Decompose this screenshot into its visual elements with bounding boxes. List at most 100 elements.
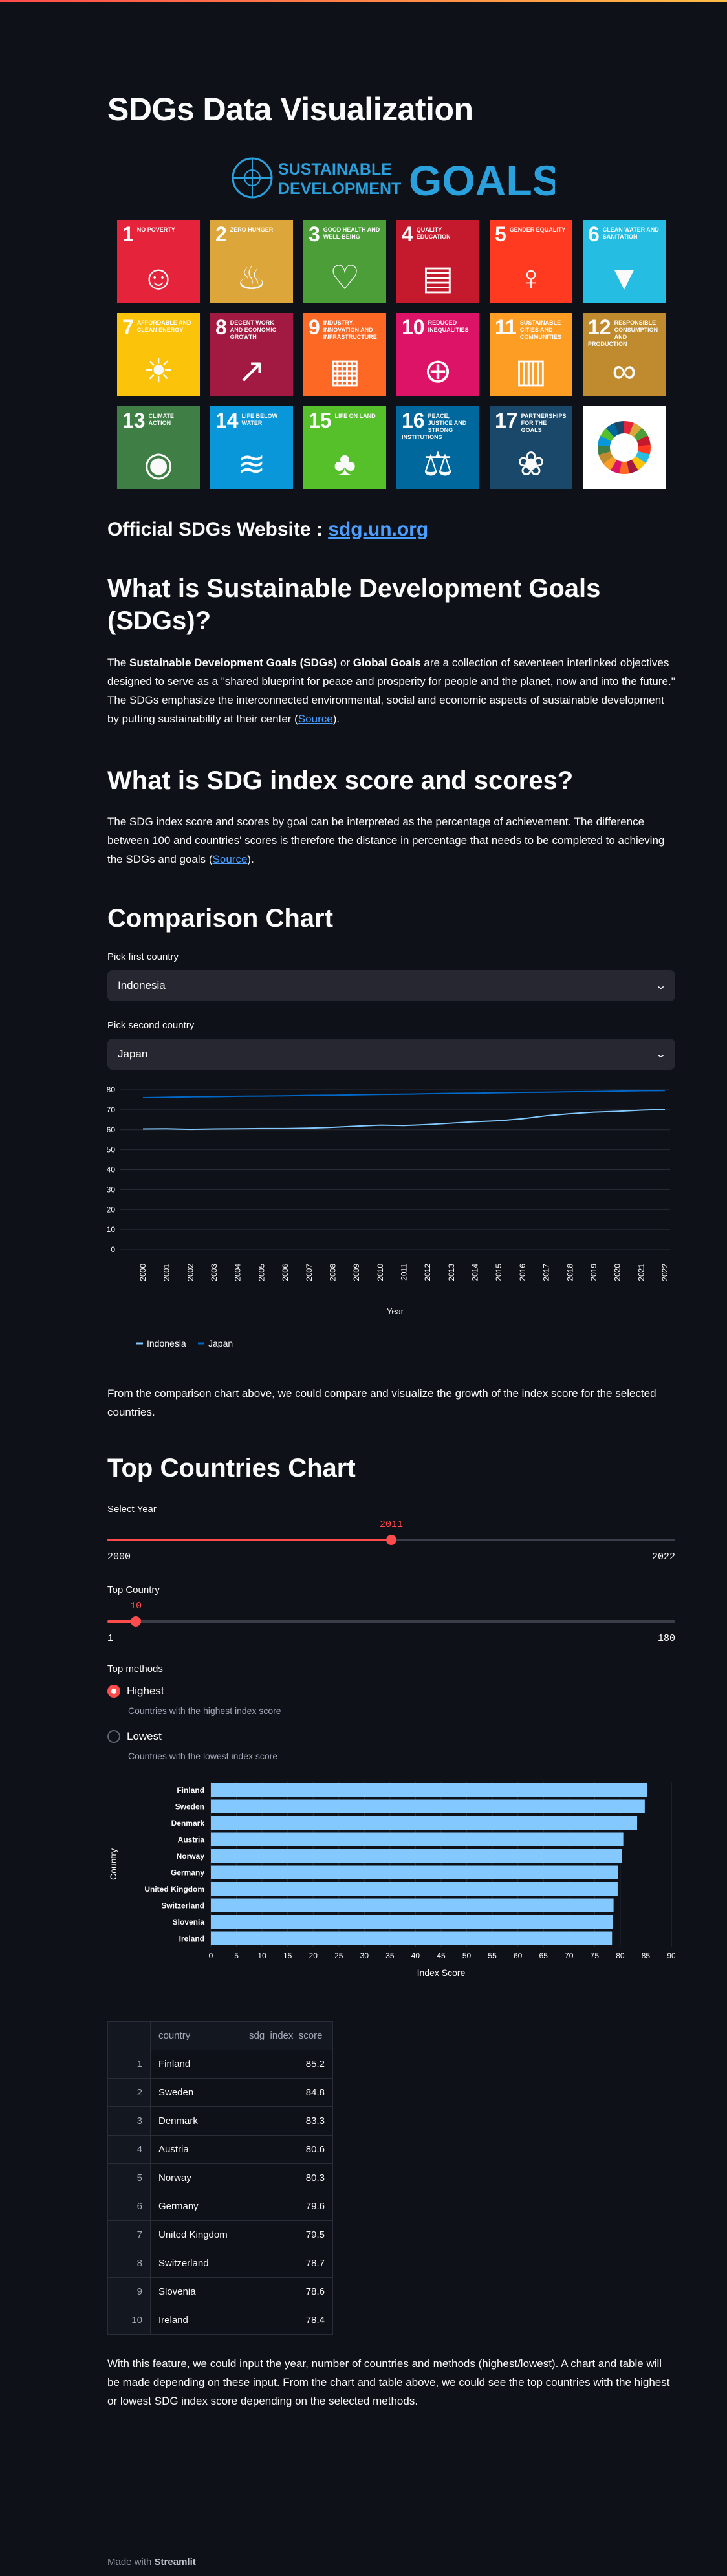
x-tick-label: 2022 bbox=[660, 1264, 669, 1281]
sdg-goal-7-icon: ☀ bbox=[143, 352, 174, 390]
bar-sweden[interactable] bbox=[211, 1799, 645, 1814]
first-country-select[interactable]: Indonesia ⌄ bbox=[107, 970, 675, 1001]
what-is-sdg-heading: What is Sustainable Development Goals (S… bbox=[107, 574, 601, 635]
radio-unselected-icon[interactable] bbox=[107, 1730, 120, 1743]
sdg-goal-10-icon: ⊕ bbox=[424, 352, 452, 390]
table-header-cell[interactable] bbox=[107, 2021, 151, 2050]
streamlit-link[interactable]: Streamlit bbox=[155, 2557, 196, 2568]
bar-slovenia[interactable] bbox=[211, 1915, 613, 1929]
bar-denmark[interactable] bbox=[211, 1816, 637, 1830]
top-country-slider-thumb[interactable] bbox=[131, 1616, 142, 1627]
sdg-goal-14-icon: ≋ bbox=[237, 446, 266, 483]
footer-text: Made with bbox=[107, 2557, 155, 2568]
top-countries-description: With this feature, we could input the ye… bbox=[107, 2357, 670, 2407]
y-tick-label: Slovenia bbox=[173, 1918, 205, 1927]
top-methods-label: Top methods bbox=[107, 1663, 163, 1674]
y-tick-label: 10 bbox=[107, 1225, 115, 1234]
sdg-tile-4: 4 Quality education ▤ bbox=[396, 220, 479, 303]
bar-switzerland[interactable] bbox=[211, 1898, 614, 1913]
y-tick-label: Ireland bbox=[179, 1934, 204, 1943]
official-website-link[interactable]: sdg.un.org bbox=[328, 519, 428, 540]
footer: Made with Streamlit bbox=[107, 2557, 196, 2568]
global-goals-bold-term: Global Goals bbox=[353, 656, 421, 669]
sdg-tile-10: 10 Reduced inequalities ⊕ bbox=[396, 313, 479, 396]
sdg-tile-17: 17 Partnerships for the goals ❀ bbox=[490, 406, 572, 489]
bar-united-kingdom[interactable] bbox=[211, 1882, 618, 1896]
sdg-tile-number: 12 bbox=[588, 316, 611, 339]
series-line-japan[interactable] bbox=[142, 1090, 666, 1099]
second-country-select[interactable]: Japan ⌄ bbox=[107, 1039, 675, 1070]
row-index: 6 bbox=[107, 2192, 151, 2221]
chevron-down-icon: ⌄ bbox=[654, 1049, 667, 1060]
sdg-tile-number: 16 bbox=[402, 409, 425, 432]
x-tick-label: 2003 bbox=[210, 1264, 219, 1281]
x-tick-label: 70 bbox=[565, 1951, 574, 1960]
sdg-tile-number: 9 bbox=[309, 316, 320, 339]
sdg-tile-15: 15 Life on land ♣ bbox=[303, 406, 386, 489]
top-countries-heading: Top Countries Chart bbox=[107, 1454, 356, 1482]
x-tick-label: 40 bbox=[411, 1951, 420, 1960]
sdg-tile-7: 7 Affordable and clean energy ☀ bbox=[117, 313, 200, 396]
radio-lowest[interactable]: Lowest bbox=[107, 1730, 162, 1743]
row-index: 10 bbox=[107, 2306, 151, 2335]
sdg-tile-6: 6 Clean water and sanitation ▼ bbox=[583, 220, 666, 303]
page-title: SDGs Data Visualization bbox=[107, 91, 473, 127]
x-tick-label: 10 bbox=[257, 1951, 266, 1960]
sdg-goal-4-icon: ▤ bbox=[422, 259, 454, 297]
row-index: 7 bbox=[107, 2220, 151, 2249]
year-slider-thumb[interactable] bbox=[386, 1535, 396, 1545]
x-tick-label: 2015 bbox=[494, 1264, 503, 1281]
score-cell: 78.7 bbox=[241, 2249, 333, 2278]
source-link-2[interactable]: Source bbox=[213, 853, 248, 865]
first-country-label: Pick first country bbox=[107, 951, 179, 962]
table-header-cell[interactable]: country bbox=[150, 2021, 241, 2050]
radio-selected-icon[interactable] bbox=[107, 1685, 120, 1698]
radio-highest-label: Highest bbox=[127, 1685, 164, 1697]
x-tick-label: 2020 bbox=[613, 1264, 622, 1281]
table-row: 2 Sweden 84.8 bbox=[107, 2078, 333, 2107]
series-line-indonesia[interactable] bbox=[142, 1109, 666, 1131]
score-cell: 79.5 bbox=[241, 2220, 333, 2249]
sdg-tile-9: 9 Industry, innovation and infrastructure… bbox=[303, 313, 386, 396]
x-tick-label: 2005 bbox=[257, 1264, 266, 1281]
bar-ireland[interactable] bbox=[211, 1931, 613, 1946]
score-cell: 83.3 bbox=[241, 2106, 333, 2136]
sdg-tile-number: 14 bbox=[215, 409, 239, 432]
x-tick-label: 65 bbox=[539, 1951, 548, 1960]
sdg-tile-number: 10 bbox=[402, 316, 425, 339]
sdg-goal-16-icon: ⚖ bbox=[422, 446, 453, 483]
x-tick-label: 35 bbox=[385, 1951, 395, 1960]
score-cell: 84.8 bbox=[241, 2078, 333, 2107]
sdg-goal-11-icon: ▥ bbox=[515, 352, 547, 390]
y-tick-label: Switzerland bbox=[161, 1901, 204, 1910]
comparison-line-chart: 0 10 20 30 40 50 60 70 80 2000 2001 2002 2003 2004 200… bbox=[107, 1085, 670, 1348]
x-tick-label: 2021 bbox=[636, 1264, 646, 1281]
row-index: 4 bbox=[107, 2135, 151, 2164]
second-country-label: Pick second country bbox=[107, 1020, 195, 1031]
x-tick-label: 2000 bbox=[138, 1264, 147, 1281]
bar-germany[interactable] bbox=[211, 1865, 618, 1880]
radio-highest[interactable]: Highest bbox=[107, 1685, 164, 1698]
logo-text-goals: GOALS bbox=[409, 157, 555, 200]
top-countries-table: country sdg_index_score 1 Finland 85.2 2 Swed… bbox=[107, 2021, 333, 2335]
score-cell: 79.6 bbox=[241, 2192, 333, 2221]
x-tick-label: 2016 bbox=[518, 1264, 527, 1281]
bar-norway[interactable] bbox=[211, 1849, 622, 1863]
top-decoration-bar bbox=[0, 0, 727, 2]
logo-text-1: SUSTAINABLE bbox=[278, 160, 392, 179]
x-tick-label: 2006 bbox=[281, 1264, 290, 1281]
radio-highest-caption: Countries with the highest index score bbox=[128, 1705, 281, 1716]
score-cell: 78.4 bbox=[241, 2306, 333, 2335]
x-tick-label: 85 bbox=[642, 1951, 651, 1960]
top-country-slider-track[interactable] bbox=[107, 1620, 675, 1623]
top-countries-bar-chart: 0 5 10 15 20 25 30 35 40 45 50 55 60 65 70 75 80 85 90 Finl… bbox=[108, 1782, 675, 1978]
table-row: 9 Slovenia 78.6 bbox=[107, 2277, 333, 2306]
table-header-cell[interactable]: sdg_index_score bbox=[241, 2021, 333, 2050]
bar-austria[interactable] bbox=[211, 1832, 624, 1847]
bar-finland[interactable] bbox=[211, 1783, 647, 1797]
y-tick-label: Germany bbox=[171, 1868, 204, 1877]
x-tick-label: 30 bbox=[360, 1951, 369, 1960]
x-tick-label: 2019 bbox=[589, 1264, 598, 1281]
radio-lowest-caption: Countries with the lowest index score bbox=[128, 1751, 278, 1761]
source-link-1[interactable]: Source bbox=[298, 713, 333, 725]
